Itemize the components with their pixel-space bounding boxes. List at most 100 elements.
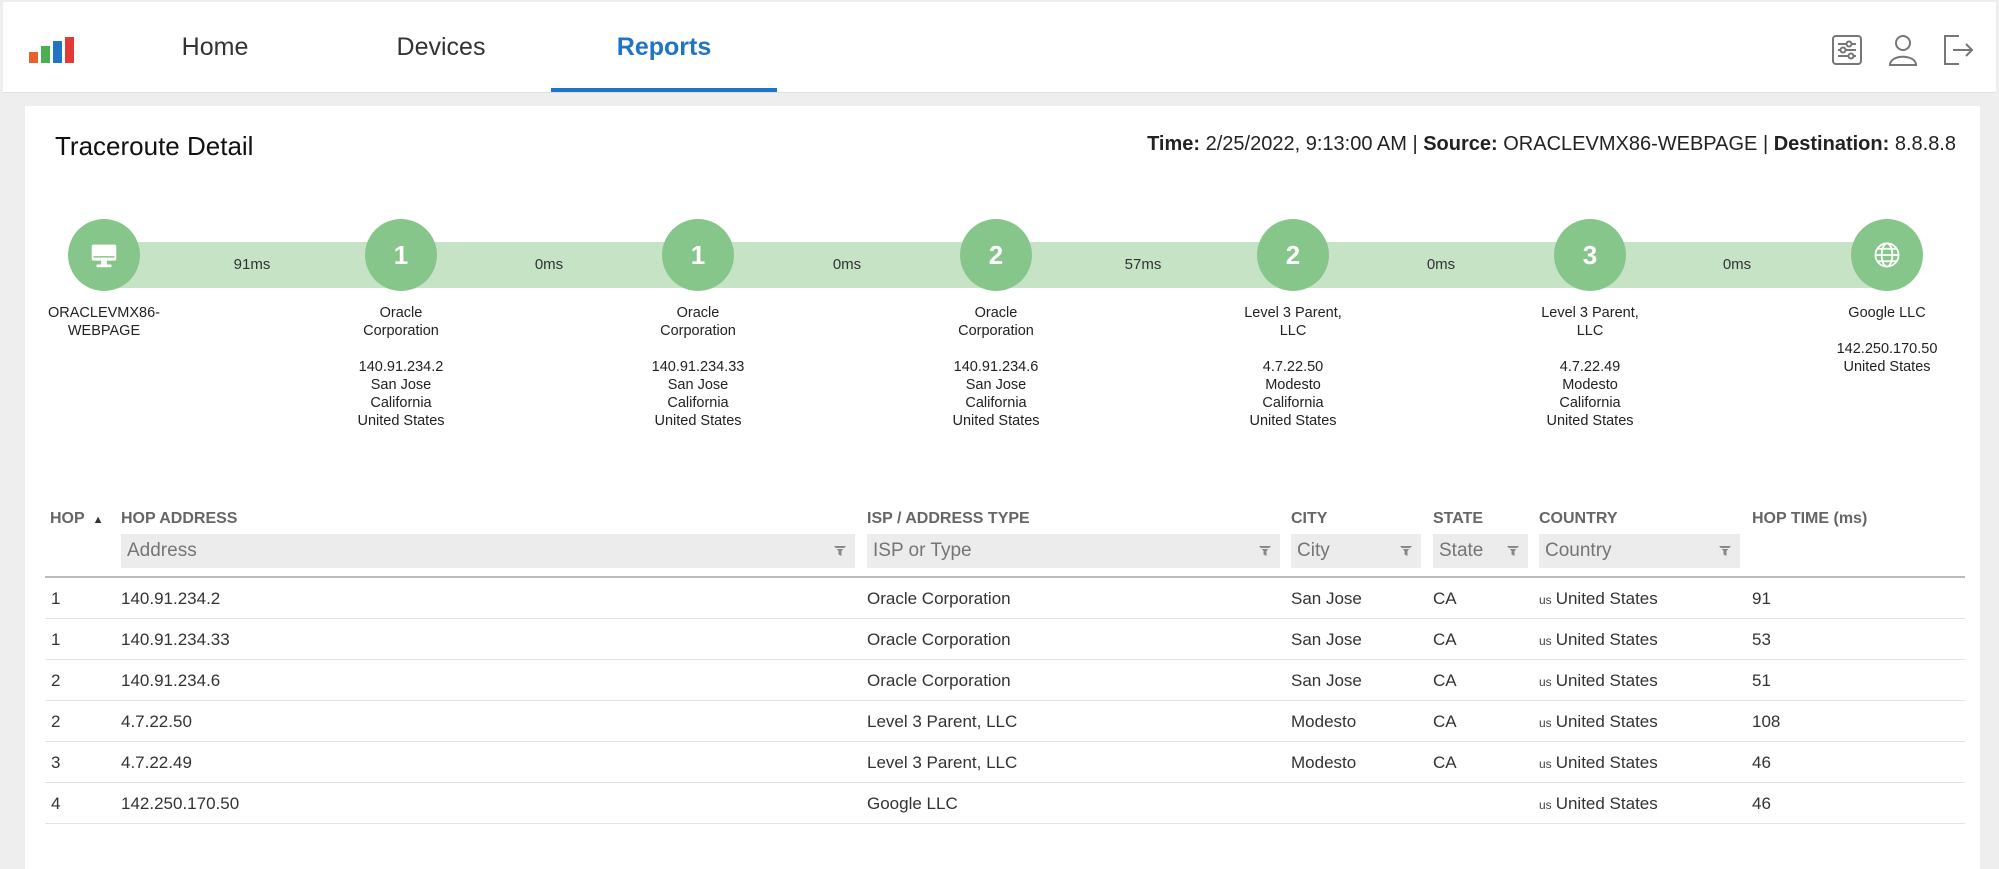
cell-address: 140.91.234.6 bbox=[121, 671, 221, 690]
hop-info-line bbox=[1208, 340, 1378, 358]
hop-info-line bbox=[316, 340, 486, 358]
address-filter-input[interactable] bbox=[121, 534, 855, 568]
cell-isp: Google LLC bbox=[867, 794, 958, 813]
hop-info-line: Oracle bbox=[974, 305, 1018, 321]
table-row[interactable]: 2 4.7.22.50 Level 3 Parent, LLC Modesto … bbox=[45, 701, 1965, 742]
hop-info-line: United States bbox=[1546, 413, 1634, 429]
hop-info-line: California bbox=[1559, 395, 1621, 411]
hop-info-line: Corporation bbox=[363, 323, 439, 339]
destination-node-info: Google LLC 142.250.170.50 United States bbox=[1802, 304, 1972, 376]
address-filter bbox=[121, 534, 855, 568]
cell-hop: 3 bbox=[51, 753, 61, 772]
sort-ascending-icon[interactable]: ▲ bbox=[93, 514, 104, 526]
hop-info-line: 140.91.234.6 bbox=[953, 359, 1039, 375]
cell-city: Modesto bbox=[1291, 712, 1357, 731]
cell-isp: Oracle Corporation bbox=[867, 589, 1011, 608]
cell-country: us United States bbox=[1539, 630, 1658, 650]
globe-icon bbox=[1874, 242, 1900, 268]
latency-label: 0ms bbox=[1722, 256, 1752, 273]
country-name: United States bbox=[1555, 630, 1658, 649]
hop-info-line: LLC bbox=[1576, 323, 1604, 339]
table-row[interactable]: 3 4.7.22.49 Level 3 Parent, LLC Modesto … bbox=[45, 742, 1965, 783]
cell-hop-time: 46 bbox=[1752, 753, 1771, 772]
column-header-hop-time[interactable]: HOP TIME (ms) bbox=[1752, 510, 1867, 528]
hop-info-line bbox=[911, 340, 1081, 358]
column-header-city[interactable]: CITY bbox=[1291, 510, 1327, 528]
country-name: United States bbox=[1555, 671, 1658, 690]
cell-state: CA bbox=[1433, 630, 1457, 649]
table-row[interactable]: 1 140.91.234.2 Oracle Corporation San Jo… bbox=[45, 578, 1965, 619]
destination-info-line: 142.250.170.50 bbox=[1836, 341, 1938, 357]
hop-node[interactable]: 2 bbox=[960, 219, 1032, 291]
cell-address: 142.250.170.50 bbox=[121, 794, 240, 813]
hop-node[interactable]: 1 bbox=[365, 219, 437, 291]
filter-icon[interactable] bbox=[1258, 544, 1272, 558]
cell-country: us United States bbox=[1539, 671, 1658, 691]
hop-info-line bbox=[1505, 340, 1675, 358]
table-row[interactable]: 1 140.91.234.33 Oracle Corporation San J… bbox=[45, 619, 1965, 660]
hop-node-info: Level 3 Parent, LLC 4.7.22.49 Modesto Ca… bbox=[1505, 304, 1675, 430]
filter-icon[interactable] bbox=[1506, 544, 1520, 558]
nav-tab-home[interactable]: Home bbox=[102, 2, 328, 92]
destination-node[interactable] bbox=[1851, 219, 1923, 291]
logout-icon[interactable] bbox=[1939, 32, 1975, 68]
country-flag-icon: us bbox=[1539, 593, 1552, 607]
user-icon[interactable] bbox=[1885, 32, 1921, 68]
hop-info-line: San Jose bbox=[667, 377, 729, 393]
cell-hop-time: 53 bbox=[1752, 630, 1771, 649]
column-header-hop-address[interactable]: HOP ADDRESS bbox=[121, 510, 237, 528]
source-info-line: ORACLEVMX86- bbox=[47, 305, 160, 321]
table-row[interactable]: 4 142.250.170.50 Google LLC us United Sta… bbox=[45, 783, 1965, 824]
cell-hop-time: 91 bbox=[1752, 589, 1771, 608]
source-info-line: WEBPAGE bbox=[67, 323, 141, 339]
cell-hop-time: 46 bbox=[1752, 794, 1771, 813]
hop-info-line: San Jose bbox=[965, 377, 1027, 393]
column-header-state[interactable]: STATE bbox=[1433, 510, 1483, 528]
country-flag-icon: us bbox=[1539, 716, 1552, 730]
country-flag-icon: us bbox=[1539, 757, 1552, 771]
cell-country: us United States bbox=[1539, 753, 1658, 773]
hop-node-info: Oracle Corporation 140.91.234.6 San Jose… bbox=[911, 304, 1081, 430]
isp-filter-input[interactable] bbox=[867, 534, 1280, 568]
hop-node-info: Oracle Corporation 140.91.234.33 San Jos… bbox=[613, 304, 783, 430]
city-filter bbox=[1291, 534, 1421, 568]
filter-icon[interactable] bbox=[1718, 544, 1732, 558]
traceroute-card: Traceroute Detail Time: 2/25/2022, 9:13:… bbox=[25, 106, 1980, 869]
nav-tab-devices[interactable]: Devices bbox=[328, 2, 554, 92]
hop-info-line: Modesto bbox=[1562, 377, 1618, 393]
cell-address: 140.91.234.33 bbox=[121, 630, 230, 649]
cell-hop: 2 bbox=[51, 671, 61, 690]
hop-info-line: California bbox=[370, 395, 432, 411]
cell-state: CA bbox=[1433, 671, 1457, 690]
hop-node[interactable]: 2 bbox=[1257, 219, 1329, 291]
cell-isp: Level 3 Parent, LLC bbox=[867, 753, 1018, 772]
country-name: United States bbox=[1555, 753, 1658, 772]
destination-info-line: United States bbox=[1843, 359, 1931, 375]
column-header-label: HOP bbox=[50, 510, 85, 527]
cell-country: us United States bbox=[1539, 589, 1658, 609]
country-filter-input[interactable] bbox=[1539, 534, 1740, 568]
cell-isp: Level 3 Parent, LLC bbox=[867, 712, 1018, 731]
cell-country: us United States bbox=[1539, 794, 1658, 814]
nav-tab-reports[interactable]: Reports bbox=[551, 2, 777, 92]
column-header-isp[interactable]: ISP / ADDRESS TYPE bbox=[867, 510, 1030, 528]
table-row[interactable]: 2 140.91.234.6 Oracle Corporation San Jo… bbox=[45, 660, 1965, 701]
hop-info-line: United States bbox=[952, 413, 1040, 429]
computer-icon bbox=[91, 244, 117, 268]
filter-icon[interactable] bbox=[833, 544, 847, 558]
cell-hop: 1 bbox=[51, 630, 61, 649]
cell-city: San Jose bbox=[1291, 630, 1362, 649]
hop-info-line: LLC bbox=[1279, 323, 1307, 339]
hop-node[interactable]: 1 bbox=[662, 219, 734, 291]
cell-isp: Oracle Corporation bbox=[867, 630, 1011, 649]
state-filter bbox=[1433, 534, 1528, 568]
filter-icon[interactable] bbox=[1399, 544, 1413, 558]
hop-info-line: Oracle bbox=[379, 305, 423, 321]
app-logo[interactable] bbox=[29, 35, 89, 63]
settings-sliders-icon[interactable] bbox=[1829, 32, 1865, 68]
source-node[interactable] bbox=[68, 219, 140, 291]
hop-node[interactable]: 3 bbox=[1554, 219, 1626, 291]
column-header-country[interactable]: COUNTRY bbox=[1539, 510, 1618, 528]
hop-info-line: Corporation bbox=[958, 323, 1034, 339]
column-header-hop[interactable]: HOP ▲ bbox=[50, 510, 104, 528]
